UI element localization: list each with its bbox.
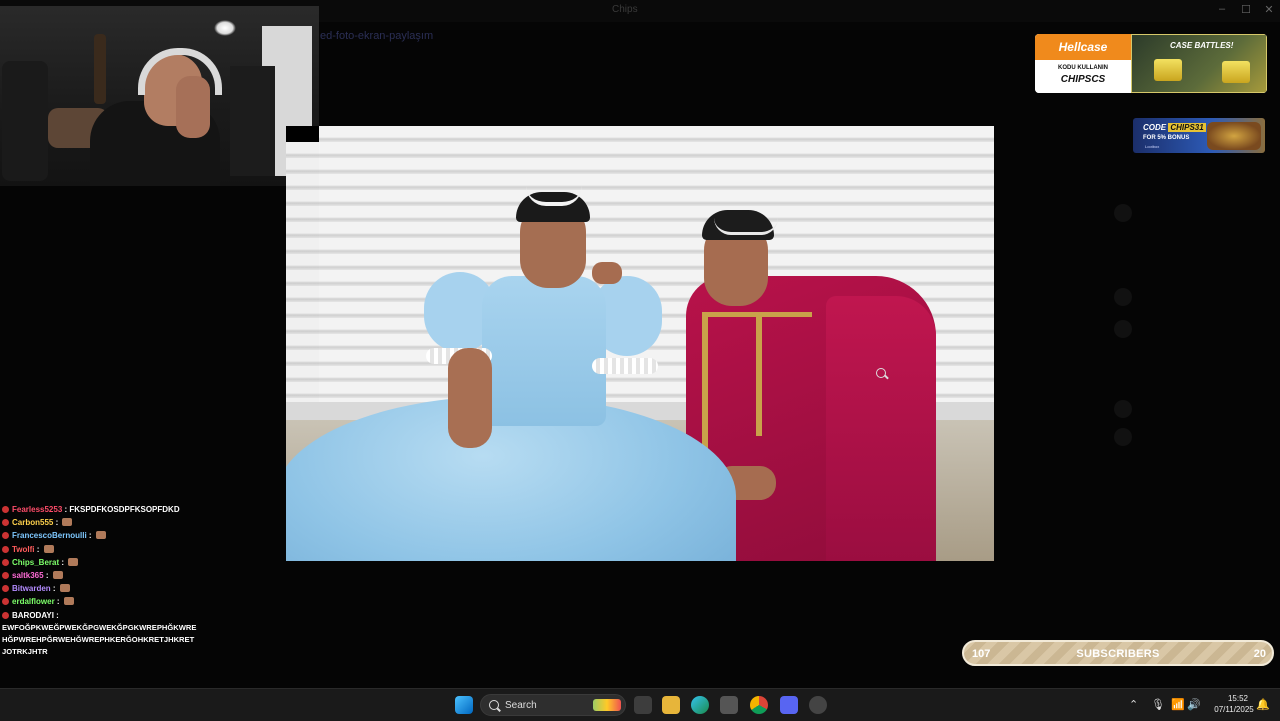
chat-message: FrancescoBernoulli : <box>2 529 202 542</box>
chat-badge-icon <box>2 611 9 619</box>
chat-username[interactable]: erdalflower <box>12 597 55 606</box>
lootbox-ad-banner[interactable]: CODE CHIPS31 FOR 5% BONUS Lootbox <box>1133 118 1265 153</box>
file-explorer-icon[interactable] <box>662 696 680 714</box>
case-battles-title: CASE BATTLES! <box>1170 41 1234 50</box>
chat-badge-icon <box>2 585 9 593</box>
chat-message: Fearless5253 : FKSPDFKOSDPFKSOPFDKD <box>2 503 202 516</box>
crate-icon <box>1222 61 1250 83</box>
hellcase-ad-banner[interactable]: Hellcase KODU KULLANIN CHIPSCS CASE BATT… <box>1035 34 1267 93</box>
chat-emote-icon <box>62 518 73 527</box>
chrome-icon[interactable] <box>750 696 768 714</box>
chat-badge-icon <box>2 506 9 513</box>
chat-badge-icon <box>2 558 9 566</box>
chat-badge-icon <box>2 545 9 553</box>
close-button[interactable]: ✕ <box>1259 3 1279 16</box>
microphone-icon[interactable]: 🎙 <box>1151 698 1165 711</box>
zoom-in-cursor-icon <box>876 368 886 378</box>
wifi-icon[interactable]: 📶 <box>1171 698 1185 711</box>
chat-emote-icon <box>43 544 54 553</box>
subscriber-goal-bar: 107 SUBSCRIBERS 20 <box>962 640 1274 666</box>
member-avatar <box>1114 288 1132 306</box>
lootbox-code: CHIPS31 <box>1168 123 1206 132</box>
chat-text: : <box>53 610 59 620</box>
lootbox-bonus: FOR 5% BONUS <box>1143 135 1190 141</box>
search-placeholder: Search <box>505 700 537 711</box>
discord-icon[interactable] <box>780 696 798 714</box>
maximize-button[interactable]: ☐ <box>1236 3 1256 16</box>
chat-text: : <box>54 597 62 607</box>
edge-browser-icon[interactable] <box>691 696 709 714</box>
member-avatar <box>1114 320 1132 338</box>
chat-username[interactable]: Twolfi <box>12 545 35 554</box>
chat-emote-icon <box>68 557 79 566</box>
lootbox-code-prefix: CODE <box>1143 123 1167 132</box>
member-avatar <box>1114 204 1132 222</box>
chat-username[interactable]: FrancescoBernoulli <box>12 531 87 540</box>
app-title: Chips <box>612 4 638 15</box>
hellcase-logo: Hellcase <box>1035 34 1131 60</box>
search-icon <box>489 700 499 710</box>
channel-list-dimmed <box>0 190 250 490</box>
chat-emote-icon <box>52 571 63 580</box>
hellcase-subtitle: KODU KULLANIN <box>1058 65 1108 71</box>
chat-message: Chips_Berat : <box>2 556 202 569</box>
chat-message-wrapped: EWFOĞPKWEĞPWEKĞPGWEKĞPGKWREPHĞKWREHĞPWRE… <box>2 622 197 656</box>
chat-username[interactable]: Carbon555 <box>12 518 53 527</box>
member-avatar <box>1114 428 1132 446</box>
search-highlight-icon <box>593 699 621 711</box>
chat-message: Bitwarden : <box>2 582 202 595</box>
channel-header: ed-foto-ekran-paylaşım <box>320 30 1020 48</box>
chat-text: : <box>59 557 67 567</box>
taskbar-search-input[interactable]: Search <box>480 694 626 716</box>
hellcase-code: CHIPSCS <box>1060 74 1106 85</box>
chat-badge-icon <box>2 598 9 606</box>
recording-app-icon[interactable] <box>809 696 827 714</box>
chat-text: : FKSPDFKOSDPFKSOPFDKD <box>62 505 180 514</box>
stream-chat-overlay: Fearless5253 : FKSPDFKOSDPFKSOPFDKD Carbo… <box>2 503 202 658</box>
channel-name[interactable]: ed-foto-ekran-paylaşım <box>320 30 433 42</box>
chat-emote-icon <box>63 597 74 606</box>
chat-text: : <box>50 584 58 594</box>
loot-chest-icon <box>1207 122 1261 150</box>
subscriber-count-right: 20 <box>1253 648 1266 660</box>
notification-bell-icon[interactable]: 🔔 <box>1256 698 1270 711</box>
task-view-icon[interactable] <box>634 696 652 714</box>
chat-badge-icon <box>2 532 9 540</box>
chevron-up-icon[interactable]: ⌃ <box>1129 698 1138 711</box>
crate-icon <box>1154 59 1182 81</box>
chat-message: BARODAYI : <box>2 609 202 622</box>
subscribers-label: SUBSCRIBERS <box>1076 648 1160 660</box>
shared-photo[interactable] <box>286 126 994 561</box>
chat-username[interactable]: Fearless5253 <box>12 505 62 514</box>
volume-icon[interactable]: 🔊 <box>1187 698 1201 711</box>
chat-message: saltk365 : <box>2 569 202 582</box>
chat-text: : <box>43 571 51 581</box>
taskbar: Search ⌃ 🎙 📶 🔊 15:52 07/11/2025 🔔 <box>0 688 1280 721</box>
member-avatar <box>1114 400 1132 418</box>
chat-username[interactable]: BARODAYI <box>12 611 54 620</box>
chat-message: Carbon555 : <box>2 516 202 529</box>
chat-username[interactable]: Bitwarden <box>12 584 51 593</box>
chat-badge-icon <box>2 572 9 580</box>
webcam-overlay <box>0 6 319 186</box>
chat-badge-icon <box>2 519 9 527</box>
chat-username[interactable]: saltk365 <box>12 571 44 580</box>
chat-emote-icon <box>59 584 70 593</box>
chat-message: Twolfi : <box>2 543 202 556</box>
chat-username[interactable]: Chips_Berat <box>12 558 59 567</box>
chat-text: : <box>34 544 42 554</box>
chat-emote-icon <box>95 531 106 540</box>
microsoft-store-icon[interactable] <box>720 696 738 714</box>
lootbox-brand: Lootbox <box>1145 144 1160 149</box>
chat-text: : <box>53 518 61 528</box>
chat-text: : <box>86 531 94 541</box>
minimize-button[interactable]: – <box>1212 3 1232 15</box>
chat-message: erdalflower : <box>2 595 202 608</box>
member-list-dimmed <box>1110 170 1270 590</box>
windows-start-icon[interactable] <box>455 696 473 714</box>
